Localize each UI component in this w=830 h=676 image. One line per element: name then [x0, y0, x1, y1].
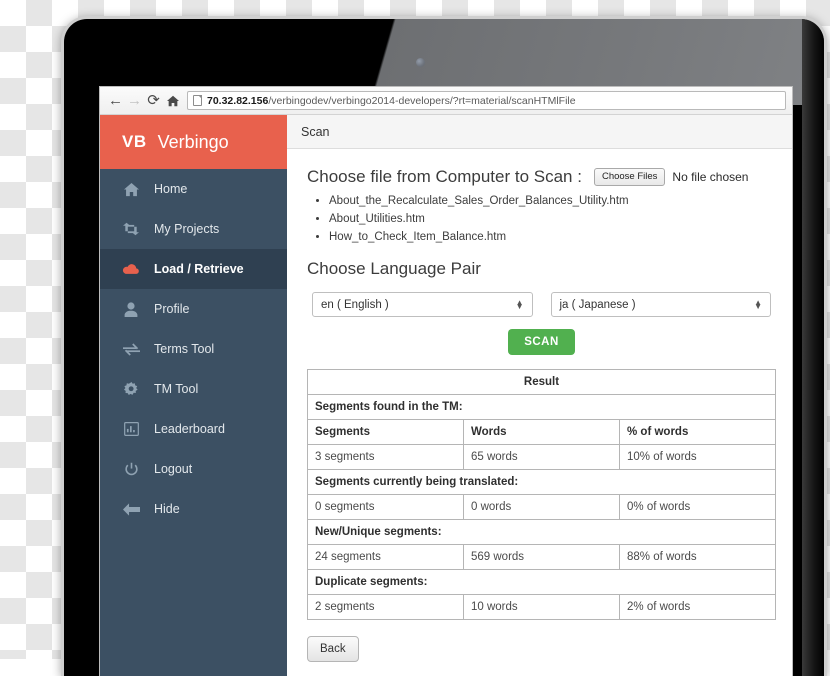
- cell-segments: 0 segments: [307, 494, 464, 521]
- cell-segments: 3 segments: [307, 444, 464, 471]
- chevron-updown-icon: ▲ ▼: [515, 297, 524, 311]
- bar-chart-icon: [120, 422, 142, 436]
- sidebar-item-hide[interactable]: Hide: [100, 489, 287, 529]
- back-button[interactable]: ←: [106, 91, 125, 111]
- panel-title: Scan: [301, 124, 330, 139]
- brand-mark: VB: [122, 132, 147, 151]
- tablet-right-bezel: [802, 19, 824, 676]
- source-language-value: en ( English ): [321, 298, 389, 311]
- column-header-percent: % of words: [619, 419, 776, 446]
- language-pair-heading: Choose Language Pair: [307, 259, 481, 279]
- cell-percent: 2% of words: [619, 594, 776, 621]
- section-heading: Segments currently being translated:: [307, 469, 776, 496]
- result-table-title: Result: [307, 369, 776, 396]
- cell-words: 65 words: [463, 444, 620, 471]
- target-language-select[interactable]: ja ( Japanese ) ▲ ▼: [550, 292, 771, 318]
- browser-toolbar: ← → ⟳ 70.32.82.156/verbingodev/verbingo2…: [100, 87, 792, 115]
- cell-percent: 0% of words: [619, 494, 776, 521]
- sidebar-item-terms-tool[interactable]: Terms Tool: [100, 329, 287, 369]
- url-path: /verbingodev/verbingo2014-developers/?rt…: [268, 94, 576, 107]
- sidebar-item-label: Leaderboard: [154, 422, 225, 436]
- cell-segments: 2 segments: [307, 594, 464, 621]
- choose-files-button[interactable]: Choose Files: [593, 168, 666, 186]
- table-row: Segments currently being translated:: [307, 469, 776, 496]
- url-host: 70.32.82.156: [207, 94, 269, 107]
- source-language-select[interactable]: en ( English ) ▲ ▼: [312, 292, 533, 318]
- table-row: 24 segments 569 words 88% of words: [307, 544, 776, 571]
- sidebar-item-label: Hide: [154, 502, 180, 516]
- table-row: 3 segments 65 words 10% of words: [307, 444, 776, 471]
- no-file-chosen-label: No file chosen: [672, 170, 749, 184]
- cloud-icon: [120, 263, 142, 276]
- column-header-segments: Segments: [307, 419, 464, 446]
- scan-form: Choose file from Computer to Scan : Choo…: [287, 149, 792, 676]
- file-chooser-row: Choose file from Computer to Scan : Choo…: [307, 167, 776, 187]
- address-bar-text: 70.32.82.156/verbingodev/verbingo2014-de…: [207, 95, 576, 107]
- reload-button[interactable]: ⟳: [144, 91, 163, 111]
- exchange-arrows-icon: [120, 342, 142, 356]
- address-bar[interactable]: 70.32.82.156/verbingodev/verbingo2014-de…: [187, 91, 786, 110]
- sidebar-item-label: TM Tool: [154, 382, 199, 396]
- arrow-left-icon: [120, 502, 142, 516]
- table-row: Duplicate segments:: [307, 569, 776, 596]
- cell-percent: 88% of words: [619, 544, 776, 571]
- language-pair-row: en ( English ) ▲ ▼ ja ( Japanese ) ▲ ▼: [307, 292, 776, 318]
- retweet-icon: [120, 222, 142, 236]
- sidebar-item-label: Profile: [154, 302, 190, 316]
- scan-button-row: SCAN: [307, 329, 776, 356]
- cell-segments: 24 segments: [307, 544, 464, 571]
- table-row: Segments Words % of words: [307, 419, 776, 446]
- section-heading: New/Unique segments:: [307, 519, 776, 546]
- table-row: Result: [307, 369, 776, 396]
- list-item: How_to_Check_Item_Balance.htm: [329, 229, 776, 247]
- file-heading: Choose file from Computer to Scan :: [307, 167, 582, 186]
- result-table: Result Segments found in the TM: Segment…: [307, 369, 776, 621]
- column-header-words: Words: [463, 419, 620, 446]
- sidebar-item-leaderboard[interactable]: Leaderboard: [100, 409, 287, 449]
- cell-percent: 10% of words: [619, 444, 776, 471]
- target-language-value: ja ( Japanese ): [559, 298, 636, 311]
- list-item: About_Utilities.htm: [329, 211, 776, 229]
- sidebar-item-label: Home: [154, 182, 188, 196]
- page-document-icon: [193, 95, 202, 106]
- sidebar-item-label: My Projects: [154, 222, 220, 236]
- section-heading: Duplicate segments:: [307, 569, 776, 596]
- table-row: Segments found in the TM:: [307, 394, 776, 421]
- page-root: VB Verbingo Home My Projects Load / Retr…: [100, 115, 792, 676]
- power-icon: [120, 462, 142, 477]
- sidebar-item-profile[interactable]: Profile: [100, 289, 287, 329]
- user-icon: [120, 301, 142, 317]
- cell-words: 10 words: [463, 594, 620, 621]
- tablet-device-frame: ← → ⟳ 70.32.82.156/verbingodev/verbingo2…: [61, 16, 827, 676]
- list-item: About_the_Recalculate_Sales_Order_Balanc…: [329, 193, 776, 211]
- sidebar: VB Verbingo Home My Projects Load / Retr…: [100, 115, 287, 676]
- table-row: 0 segments 0 words 0% of words: [307, 494, 776, 521]
- forward-button[interactable]: →: [125, 91, 144, 111]
- gear-icon: [120, 381, 142, 397]
- selected-files-list: About_the_Recalculate_Sales_Order_Balanc…: [329, 193, 776, 246]
- brand-header[interactable]: VB Verbingo: [100, 115, 287, 169]
- sidebar-item-logout[interactable]: Logout: [100, 449, 287, 489]
- sidebar-item-my-projects[interactable]: My Projects: [100, 209, 287, 249]
- sidebar-item-home[interactable]: Home: [100, 169, 287, 209]
- panel-title-bar: Scan: [287, 115, 792, 149]
- sidebar-item-load-retrieve[interactable]: Load / Retrieve: [100, 249, 287, 289]
- chevron-updown-icon: ▲ ▼: [754, 297, 762, 311]
- home-icon: [120, 182, 142, 197]
- sidebar-item-label: Load / Retrieve: [154, 262, 244, 276]
- sidebar-item-label: Logout: [154, 462, 193, 476]
- sidebar-item-tm-tool[interactable]: TM Tool: [100, 369, 287, 409]
- cell-words: 569 words: [463, 544, 620, 571]
- cell-words: 0 words: [463, 494, 620, 521]
- brand-name: Verbingo: [157, 131, 229, 152]
- sidebar-item-label: Terms Tool: [154, 342, 215, 356]
- main-content: Scan Choose file from Computer to Scan :…: [287, 115, 792, 676]
- table-row: 2 segments 10 words 2% of words: [307, 594, 776, 621]
- scan-button[interactable]: SCAN: [508, 329, 575, 356]
- table-row: New/Unique segments:: [307, 519, 776, 546]
- front-camera-icon: [416, 58, 425, 67]
- section-heading: Segments found in the TM:: [307, 394, 776, 421]
- home-button[interactable]: [163, 91, 182, 111]
- browser-window: ← → ⟳ 70.32.82.156/verbingodev/verbingo2…: [99, 86, 793, 676]
